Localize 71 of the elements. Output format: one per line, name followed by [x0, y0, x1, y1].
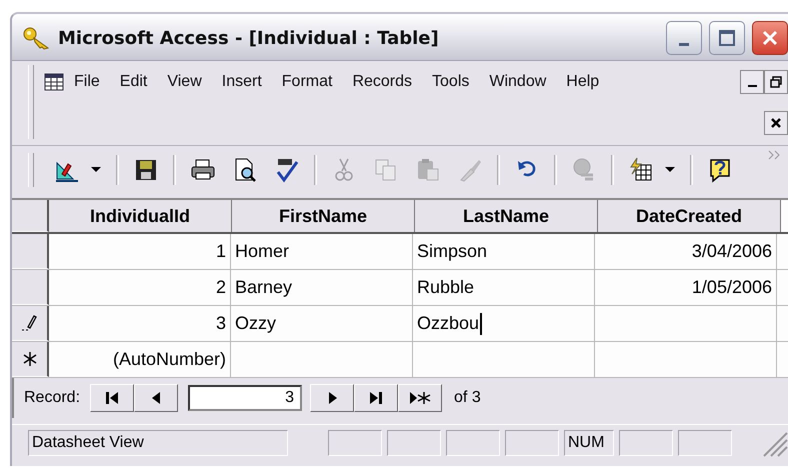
minimize-icon	[748, 85, 756, 87]
pencil-icon	[20, 313, 40, 333]
menu-item[interactable]: Help	[566, 73, 600, 91]
menu-item[interactable]: Records	[352, 73, 412, 91]
table-cell: 3/04/2006	[595, 234, 777, 269]
new-record-button[interactable]	[398, 384, 442, 412]
table-cell: Homer	[231, 234, 413, 269]
minimize-button[interactable]	[666, 21, 702, 55]
column-header[interactable]: DateCreated	[598, 200, 781, 232]
table-cell: Barney	[231, 270, 413, 305]
paintbrush-icon	[457, 157, 483, 183]
status-text: Datasheet View	[28, 430, 288, 456]
record-count: of 3	[454, 389, 481, 407]
asterisk-icon	[22, 351, 38, 367]
maximize-button[interactable]	[709, 21, 745, 55]
menu-item[interactable]: File	[74, 73, 100, 91]
column-header[interactable]: IndividualId	[49, 200, 232, 232]
row-selector[interactable]	[12, 234, 49, 269]
menu-item[interactable]: View	[167, 73, 202, 91]
restore-icon	[770, 76, 782, 88]
status-indicator: NUM	[564, 430, 614, 456]
status-pane	[505, 430, 559, 456]
close-icon	[770, 117, 782, 129]
table-cell: 1/05/2006	[595, 270, 777, 305]
previous-record-button[interactable]	[134, 384, 178, 412]
status-pane	[387, 430, 441, 456]
row-selector[interactable]	[12, 270, 49, 305]
menu-item[interactable]: Format	[282, 73, 332, 91]
menu-item[interactable]: Insert	[222, 73, 262, 91]
status-pane	[619, 430, 673, 456]
spell-check-icon	[274, 157, 300, 183]
menu-item[interactable]: Tools	[432, 73, 470, 91]
status-pane	[678, 430, 732, 456]
minimize-icon	[679, 42, 689, 46]
last-record-button[interactable]	[354, 384, 398, 412]
restore-button[interactable]	[764, 70, 788, 94]
window-title: Microsoft Access - [Individual : Table]	[58, 28, 439, 48]
record-label: Record:	[24, 389, 80, 407]
table-icon	[44, 73, 64, 91]
caret-icon	[91, 167, 101, 173]
first-record-button[interactable]	[90, 384, 134, 412]
table-cell: Ozzy	[231, 306, 413, 341]
column-header[interactable]: LastName	[415, 200, 598, 232]
table-cell: (AutoNumber)	[49, 342, 231, 377]
table-cell: Simpson	[413, 234, 595, 269]
next-record-button[interactable]	[310, 384, 354, 412]
table-cell: 3	[49, 306, 231, 341]
clipboard-icon	[415, 157, 441, 183]
text-cursor	[480, 312, 482, 334]
chevron-icon	[768, 150, 782, 160]
minimize-button[interactable]	[740, 70, 764, 94]
table-cell: 2	[49, 270, 231, 305]
maximize-icon	[718, 29, 736, 47]
close-button[interactable]	[752, 21, 788, 55]
table-cell: 1	[49, 234, 231, 269]
status-pane	[328, 430, 382, 456]
close-icon	[761, 29, 779, 47]
close-button[interactable]	[764, 111, 788, 135]
table-cell: Rubble	[413, 270, 595, 305]
menu-item[interactable]: Edit	[120, 73, 148, 91]
column-header[interactable]: FirstName	[232, 200, 415, 232]
new-object-icon	[628, 157, 654, 183]
row-selector[interactable]	[12, 342, 49, 377]
table-cell: Ozzbou	[413, 306, 595, 341]
menu-item[interactable]: Window	[489, 73, 546, 91]
caret-icon	[665, 167, 675, 173]
row-selector[interactable]	[12, 306, 49, 341]
record-number-field[interactable]: 3	[188, 385, 302, 411]
key-icon	[22, 26, 52, 50]
new-record-icon	[408, 390, 432, 406]
status-pane	[446, 430, 500, 456]
